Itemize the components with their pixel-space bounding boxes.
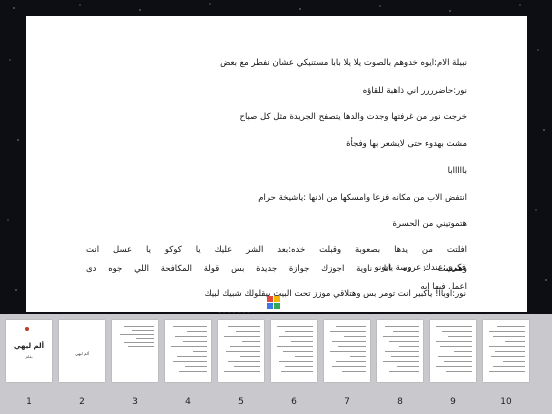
ornament-icon xyxy=(25,327,29,331)
cover-author: بقلم xyxy=(25,354,33,359)
thumbnail-page-3[interactable] xyxy=(112,320,158,382)
page2-text: ألم ليهي xyxy=(75,351,89,356)
text-line: مشت بهدوء حتى لايشعر بها وفجأة xyxy=(346,139,467,149)
thumbnail-page-10[interactable] xyxy=(483,320,529,382)
thumbnail-number: 5 xyxy=(238,397,244,407)
thumbnail-page-1[interactable]: ألم ليهي بقلم xyxy=(6,320,52,382)
thumbnail-number: 10 xyxy=(500,397,512,407)
text-line: نور:حاضرررر اني ذاهبة للقاؤه xyxy=(362,86,467,96)
partial-text-line: ـ ـ ـ ـ ـ ـ ـ xyxy=(218,306,250,314)
thumbnail-page-5[interactable] xyxy=(218,320,264,382)
thumbnail-number: 4 xyxy=(185,397,191,407)
text-line: خرجت نور من غرفتها وجدت والدها يتصفح الج… xyxy=(239,112,467,122)
thumbnail-number: 9 xyxy=(450,397,456,407)
thumbnail-number: 6 xyxy=(291,397,297,407)
thumbnail-page-7[interactable] xyxy=(324,320,370,382)
thumbnail-page-4[interactable] xyxy=(165,320,211,382)
page-thumbnail-strip[interactable]: ألم ليهي بقلم 1 ألم ليهي 2 3 4 5 6 7 8 9… xyxy=(0,314,552,414)
text-line: انتفض الاب من مكانه فزعا وامسكها من اذنه… xyxy=(258,193,467,203)
text-line: فكري:عندك عروسة يانونو xyxy=(374,263,467,273)
cover-title: ألم ليهي xyxy=(13,342,45,350)
thumbnail-number: 2 xyxy=(79,397,85,407)
thumbnail-number: 3 xyxy=(132,397,138,407)
text-line: نبيلة الام:ايوه خدوهم بالصوت يلا يلا باب… xyxy=(220,58,467,68)
thumbnail-number: 7 xyxy=(344,397,350,407)
thumbnail-page-6[interactable] xyxy=(271,320,317,382)
thumbnail-number: 8 xyxy=(397,397,403,407)
text-line: هتموتيني من الحسرة xyxy=(392,219,467,229)
text-line: افلتت من يدها بصعوبة وقبلت خده:بعد الشر … xyxy=(86,245,467,255)
thumbnail-page-2[interactable]: ألم ليهي xyxy=(59,320,105,382)
thumbnail-page-9[interactable] xyxy=(430,320,476,382)
app-logo-icon xyxy=(267,296,281,310)
thumbnail-number: 1 xyxy=(26,397,32,407)
thumbnail-page-8[interactable] xyxy=(377,320,423,382)
text-line: بااااابا xyxy=(447,166,467,176)
